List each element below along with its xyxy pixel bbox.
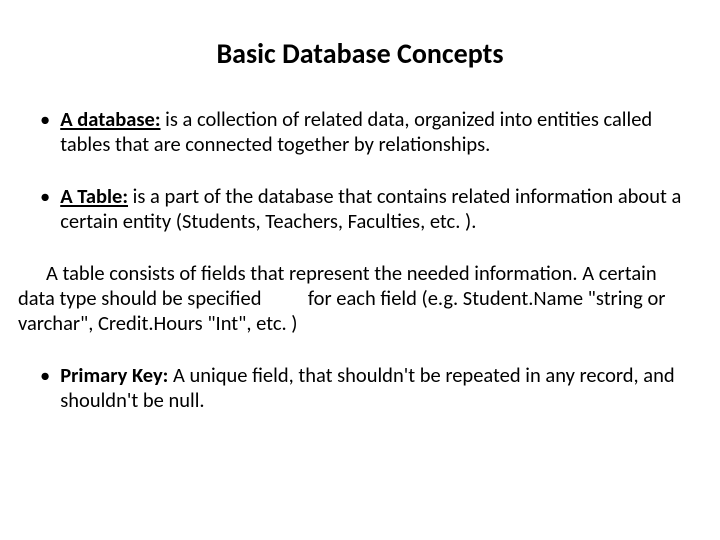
slide-content: • A database: is a collection of related…: [18, 107, 702, 412]
bullet-text: Primary Key: A unique field, that should…: [60, 363, 702, 412]
def-table: is a part of the database that contains …: [60, 183, 681, 234]
bullet-mark: •: [18, 184, 60, 233]
bullet-database: • A database: is a collection of related…: [18, 107, 702, 156]
bullet-mark: •: [18, 107, 60, 156]
bullet-table: • A Table: is a part of the database tha…: [18, 184, 702, 233]
bullet-text: A database: is a collection of related d…: [60, 107, 702, 156]
term-table: A Table:: [60, 183, 128, 209]
paragraph-table-fields: A table consists of fields that represen…: [18, 261, 692, 335]
term-primary-key: Primary Key:: [60, 362, 168, 388]
bullet-primary-key: • Primary Key: A unique field, that shou…: [18, 363, 702, 412]
bullet-text: A Table: is a part of the database that …: [60, 184, 702, 233]
slide-title: Basic Database Concepts: [18, 36, 702, 71]
term-database: A database:: [60, 106, 160, 132]
bullet-mark: •: [18, 363, 60, 412]
